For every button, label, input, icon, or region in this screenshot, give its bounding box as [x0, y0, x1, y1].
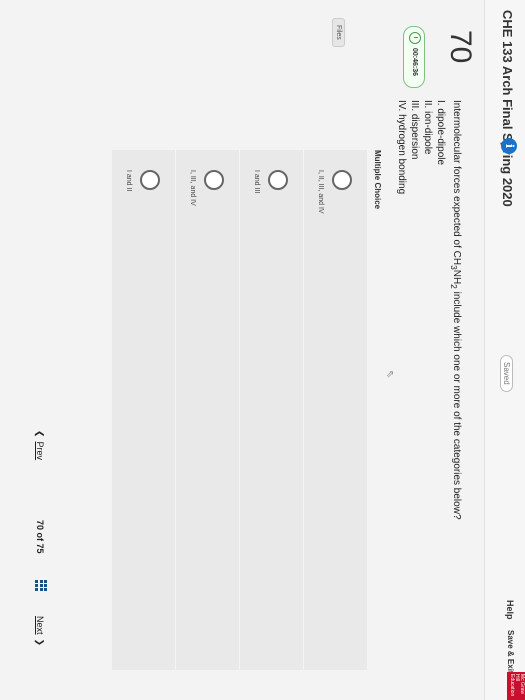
page-current: 70: [35, 520, 45, 531]
question-text-post: include which one or more of the categor…: [451, 288, 462, 520]
question-text-mid: NH: [451, 269, 462, 285]
prev-label: Prev: [35, 441, 45, 461]
answer-choice[interactable]: I and III: [239, 150, 303, 670]
timer: 00:46:36: [403, 26, 425, 88]
grid-icon[interactable]: [35, 580, 47, 592]
radio-button[interactable]: [268, 170, 288, 190]
page-total: 75: [35, 543, 45, 554]
question-number: 70: [444, 30, 477, 64]
radio-button[interactable]: [204, 170, 224, 190]
answer-choice-label: I and III: [253, 170, 260, 194]
files-button[interactable]: Files: [332, 18, 345, 47]
answer-choice[interactable]: I, III, and IV: [175, 150, 239, 670]
answer-choices: I, II, III, and IV I and III I, III, and…: [111, 150, 367, 670]
help-link[interactable]: Help: [505, 600, 515, 620]
clock-icon: [408, 32, 421, 44]
page-of: of: [35, 532, 45, 542]
answer-choice-label: I, III, and IV: [189, 170, 196, 206]
next-label: Next: [35, 616, 45, 635]
mcgraw-hill-logo: Mc Graw Hill Education: [507, 672, 525, 700]
exam-screen: CHE 133 Arch Final Spring 2020 i Saved H…: [0, 0, 525, 700]
question-type-label: Multiple Choice: [373, 150, 382, 210]
option-line: III. dispersion: [409, 100, 420, 160]
prev-button[interactable]: ❮ Prev: [34, 430, 45, 460]
option-line: II. ion-dipole: [422, 100, 433, 155]
option-line: IV. hydrogen bonding: [396, 100, 407, 195]
chevron-right-icon: ❯: [35, 638, 45, 647]
exam-title: CHE 133 Arch Final Spring 2020: [500, 10, 515, 207]
next-button[interactable]: Next ❯: [34, 616, 45, 646]
question-stem: Intermolecular forces expected of CH3NH2…: [395, 100, 463, 660]
info-icon[interactable]: i: [501, 138, 517, 154]
answer-choice-label: I, II, III, and IV: [317, 170, 324, 214]
saved-badge: Saved: [500, 355, 513, 392]
chevron-left-icon: ❮: [35, 430, 45, 438]
page-indicator: 70 of 75: [35, 520, 45, 554]
radio-button[interactable]: [140, 170, 160, 190]
question-text-pre: Intermolecular forces expected of CH: [451, 100, 462, 266]
timer-value: 00:46:36: [411, 48, 418, 77]
answer-choice[interactable]: I, II, III, and IV: [303, 150, 367, 670]
radio-button[interactable]: [332, 170, 352, 190]
answer-choice-label: I and II: [125, 170, 132, 192]
question-text: Intermolecular forces expected of CH3NH2…: [447, 100, 463, 660]
answer-choice[interactable]: I and II: [111, 150, 175, 670]
save-exit-button[interactable]: Save & Exit: [506, 630, 515, 674]
option-line: I. dipole-dipole: [435, 100, 446, 166]
mouse-cursor-icon: ⇖: [384, 370, 395, 379]
top-bar: CHE 133 Arch Final Spring 2020 i Saved H…: [484, 0, 525, 700]
